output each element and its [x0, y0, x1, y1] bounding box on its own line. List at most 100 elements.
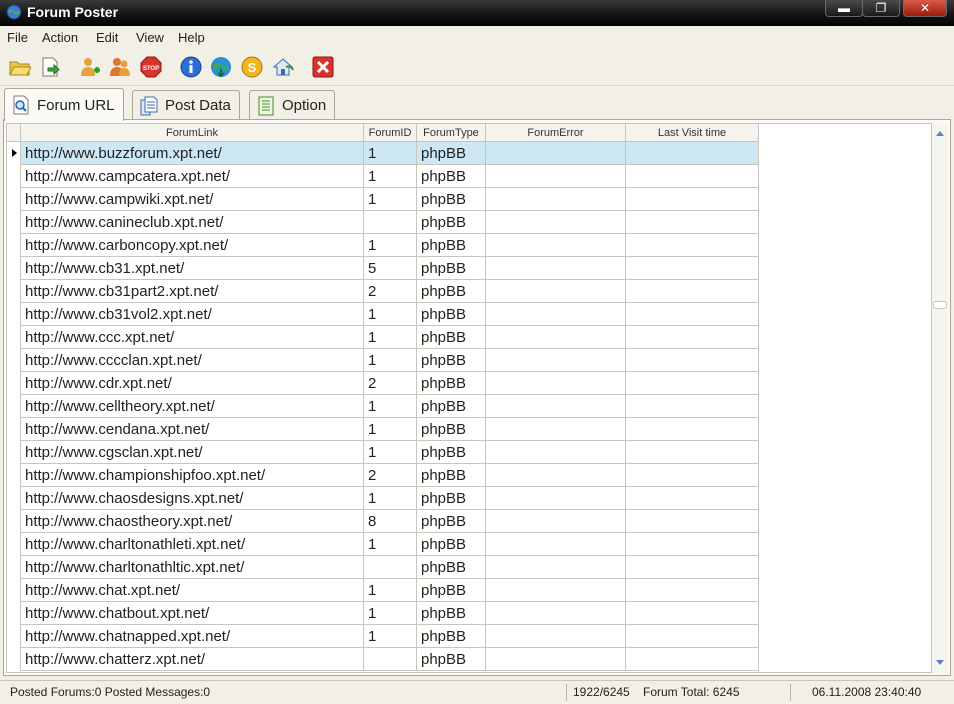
table-row[interactable]: http://www.chaostheory.xpt.net/8 phpBB	[7, 510, 761, 533]
cell-forumerror[interactable]	[486, 418, 626, 441]
row-indicator[interactable]	[7, 188, 21, 211]
table-row[interactable]: http://www.cb31vol2.xpt.net/1 phpBB	[7, 303, 761, 326]
cell-forumlink[interactable]: http://www.chaostheory.xpt.net/	[21, 510, 364, 533]
cell-forumerror[interactable]	[486, 533, 626, 556]
cell-last-visit-time[interactable]	[626, 395, 759, 418]
cell-last-visit-time[interactable]	[626, 326, 759, 349]
table-row[interactable]: http://www.campcatera.xpt.net/1 phpBB	[7, 165, 761, 188]
cell-forumlink[interactable]: http://www.charltonathltic.xpt.net/	[21, 556, 364, 579]
row-indicator[interactable]	[7, 257, 21, 280]
cell-forumtype[interactable]: phpBB	[417, 556, 486, 579]
cell-forumerror[interactable]	[486, 326, 626, 349]
cell-forumerror[interactable]	[486, 303, 626, 326]
info-button[interactable]	[179, 55, 203, 79]
table-row[interactable]: http://www.carboncopy.xpt.net/1 phpBB	[7, 234, 761, 257]
table-row[interactable]: http://www.chaosdesigns.xpt.net/1 phpBB	[7, 487, 761, 510]
row-indicator[interactable]	[7, 533, 21, 556]
table-row[interactable]: http://www.chat.xpt.net/1 phpBB	[7, 579, 761, 602]
menu-file[interactable]: File	[7, 30, 28, 45]
cell-forumerror[interactable]	[486, 487, 626, 510]
cell-forumtype[interactable]: phpBB	[417, 303, 486, 326]
cell-last-visit-time[interactable]	[626, 280, 759, 303]
cell-last-visit-time[interactable]	[626, 533, 759, 556]
menu-action[interactable]: Action	[42, 30, 78, 45]
cell-forumtype[interactable]: phpBB	[417, 648, 486, 671]
cell-forumid[interactable]: 1	[364, 441, 417, 464]
row-indicator[interactable]	[7, 625, 21, 648]
cell-forumtype[interactable]: phpBB	[417, 326, 486, 349]
cell-forumtype[interactable]: phpBB	[417, 142, 486, 165]
row-indicator[interactable]	[7, 303, 21, 326]
vertical-scrollbar[interactable]	[932, 123, 948, 673]
cell-forumerror[interactable]	[486, 648, 626, 671]
cell-last-visit-time[interactable]	[626, 211, 759, 234]
table-row[interactable]: http://www.campwiki.xpt.net/1 phpBB	[7, 188, 761, 211]
cell-last-visit-time[interactable]	[626, 165, 759, 188]
cell-forumid[interactable]	[364, 211, 417, 234]
cell-forumerror[interactable]	[486, 395, 626, 418]
row-indicator[interactable]	[7, 648, 21, 671]
cell-forumerror[interactable]	[486, 165, 626, 188]
cell-forumlink[interactable]: http://www.cb31.xpt.net/	[21, 257, 364, 280]
cell-last-visit-time[interactable]	[626, 487, 759, 510]
cell-forumerror[interactable]	[486, 602, 626, 625]
cell-forumtype[interactable]: phpBB	[417, 579, 486, 602]
open-folder-button[interactable]	[8, 55, 32, 79]
cell-forumlink[interactable]: http://www.chaosdesigns.xpt.net/	[21, 487, 364, 510]
row-indicator[interactable]	[7, 349, 21, 372]
scroll-down-icon[interactable]	[936, 660, 944, 665]
cell-forumlink[interactable]: http://www.celltheory.xpt.net/	[21, 395, 364, 418]
row-indicator[interactable]	[7, 165, 21, 188]
cell-forumtype[interactable]: phpBB	[417, 625, 486, 648]
table-row[interactable]: http://www.ccc.xpt.net/1 phpBB	[7, 326, 761, 349]
row-indicator[interactable]	[7, 280, 21, 303]
table-row[interactable]: http://www.cb31part2.xpt.net/2 phpBB	[7, 280, 761, 303]
cell-forumtype[interactable]: phpBB	[417, 188, 486, 211]
tab-post-data[interactable]: Post Data	[132, 90, 240, 120]
home-button[interactable]	[271, 55, 295, 79]
cell-forumid[interactable]	[364, 556, 417, 579]
table-row[interactable]: http://www.cgsclan.xpt.net/1 phpBB	[7, 441, 761, 464]
table-row[interactable]: http://www.buzzforum.xpt.net/1 phpBB	[7, 142, 761, 165]
tab-forum-url[interactable]: Forum URL	[4, 88, 124, 121]
cell-forumerror[interactable]	[486, 280, 626, 303]
cell-forumid[interactable]: 1	[364, 487, 417, 510]
table-row[interactable]: http://www.charltonathleti.xpt.net/1 phpB…	[7, 533, 761, 556]
cell-forumtype[interactable]: phpBB	[417, 510, 486, 533]
dollar-button[interactable]: S	[240, 55, 264, 79]
cell-forumid[interactable]: 2	[364, 464, 417, 487]
table-row[interactable]: http://www.championshipfoo.xpt.net/2 phpB…	[7, 464, 761, 487]
cell-forumlink[interactable]: http://www.cccclan.xpt.net/	[21, 349, 364, 372]
cell-forumlink[interactable]: http://www.cgsclan.xpt.net/	[21, 441, 364, 464]
cell-forumtype[interactable]: phpBB	[417, 280, 486, 303]
cell-last-visit-time[interactable]	[626, 418, 759, 441]
cell-forumid[interactable]: 1	[364, 625, 417, 648]
scroll-grip[interactable]	[933, 301, 947, 309]
cell-forumerror[interactable]	[486, 142, 626, 165]
add-user-button[interactable]	[78, 55, 102, 79]
cell-last-visit-time[interactable]	[626, 556, 759, 579]
cell-forumtype[interactable]: phpBB	[417, 349, 486, 372]
cell-last-visit-time[interactable]	[626, 188, 759, 211]
cell-forumid[interactable]: 2	[364, 372, 417, 395]
cell-forumlink[interactable]: http://www.cb31vol2.xpt.net/	[21, 303, 364, 326]
cell-forumerror[interactable]	[486, 510, 626, 533]
cell-forumerror[interactable]	[486, 188, 626, 211]
cell-forumid[interactable]: 1	[364, 303, 417, 326]
cell-last-visit-time[interactable]	[626, 510, 759, 533]
row-indicator[interactable]	[7, 556, 21, 579]
table-row[interactable]: http://www.cb31.xpt.net/5 phpBB	[7, 257, 761, 280]
tab-option[interactable]: Option	[249, 90, 336, 120]
cell-forumtype[interactable]: phpBB	[417, 602, 486, 625]
cell-last-visit-time[interactable]	[626, 602, 759, 625]
menu-edit[interactable]: Edit	[96, 30, 118, 45]
cell-forumerror[interactable]	[486, 372, 626, 395]
cell-last-visit-time[interactable]	[626, 648, 759, 671]
cell-forumtype[interactable]: phpBB	[417, 464, 486, 487]
row-indicator[interactable]	[7, 441, 21, 464]
cell-forumid[interactable]: 1	[364, 418, 417, 441]
cell-forumlink[interactable]: http://www.campcatera.xpt.net/	[21, 165, 364, 188]
cell-forumtype[interactable]: phpBB	[417, 418, 486, 441]
exit-button[interactable]	[311, 55, 335, 79]
cell-forumid[interactable]: 1	[364, 165, 417, 188]
